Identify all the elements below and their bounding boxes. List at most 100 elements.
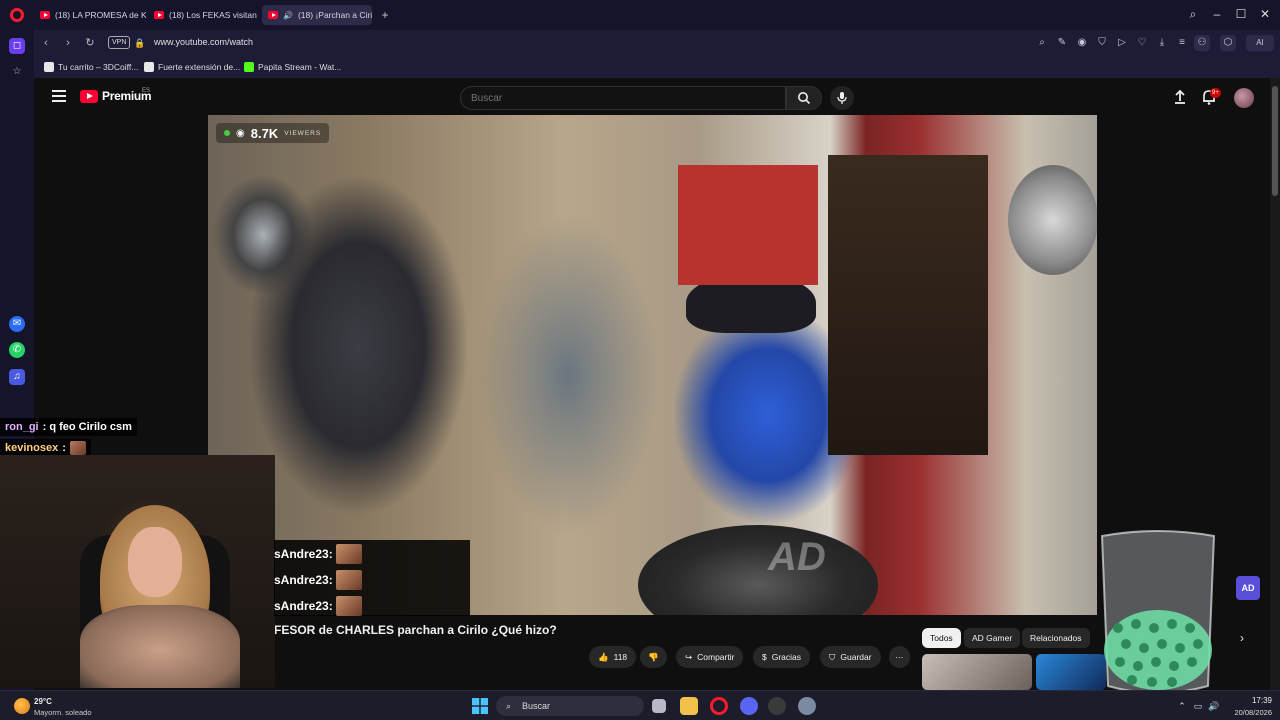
clock-date[interactable]: 20/08/2026 (1222, 708, 1272, 717)
viewers-label: VIEWERS (284, 129, 322, 137)
url-field[interactable]: www.youtube.com/watch (154, 37, 253, 47)
avatar[interactable] (1234, 88, 1254, 108)
donation-user: sAndre23: (274, 547, 333, 561)
task-view-icon[interactable] (652, 699, 666, 713)
tab-strip: (18) LA PROMESA de King (18) Los FEKAS v… (0, 0, 1280, 30)
forward-icon[interactable]: › (60, 35, 76, 51)
thumbs-down-icon: 👎 (648, 651, 659, 662)
opera-logo-icon[interactable] (10, 8, 24, 22)
save-label: Guardar (840, 652, 872, 662)
streamer-webcam (0, 455, 275, 688)
dislike-button[interactable]: 👎 (640, 646, 667, 668)
chip-all[interactable]: Todos (922, 628, 961, 648)
tab-3-active[interactable]: 🔊 (18) ¡Parchan a Cirilo! (262, 5, 372, 25)
menu-icon[interactable]: ≡ (1174, 35, 1190, 51)
star-icon[interactable]: ☆ (9, 64, 25, 80)
search-button[interactable] (786, 86, 822, 110)
vpn-badge[interactable]: VPN (108, 36, 131, 49)
taskbar-search-icon: ⌕ (506, 701, 512, 711)
tab-search-icon[interactable]: ⌕ (1185, 6, 1201, 22)
reload-icon[interactable]: ↻ (82, 35, 98, 51)
bookmark-icon: ⛉ (829, 651, 836, 662)
video-title: FESOR de CHARLES parchan a Cirilo ¿Qué h… (274, 623, 557, 637)
kick-favicon-icon (244, 62, 254, 72)
minimize-icon[interactable]: – (1209, 6, 1225, 22)
opera-browser-icon[interactable] (710, 697, 728, 715)
youtube-premium-logo[interactable]: Premium (80, 89, 152, 103)
camera-icon[interactable]: ◉ (1074, 35, 1090, 51)
bookmark-2[interactable]: Fuerte extensión de... (144, 60, 240, 74)
clock-time[interactable]: 17:39 (1228, 696, 1272, 705)
file-explorer-icon[interactable] (680, 697, 698, 715)
video-scene-hubcap (1008, 165, 1097, 275)
bookmark-title: Fuerte extensión de... (158, 62, 241, 72)
scrollbar-thumb[interactable] (1272, 86, 1278, 196)
channel-watermark: AD (768, 535, 826, 579)
messenger-icon[interactable]: ✉ (9, 316, 25, 332)
profile-icon[interactable]: ⚇ (1194, 35, 1210, 51)
chat-message: ron_gi : q feo Cirilo csm (0, 418, 137, 436)
tab-1[interactable]: (18) LA PROMESA de King (34, 5, 146, 25)
discord-icon[interactable] (740, 697, 758, 715)
donation-overlay: sAndre23: sAndre23: sAndre23: (274, 540, 470, 616)
more-actions-button[interactable]: ··· (889, 646, 910, 668)
chevron-right-icon[interactable]: › (1234, 630, 1250, 646)
back-icon[interactable]: ‹ (38, 35, 54, 51)
bookmark-title: Tu carrito – 3DCoiff... (58, 62, 139, 72)
taskbar-search[interactable]: Buscar (496, 696, 644, 716)
hamburger-menu-icon[interactable] (52, 90, 66, 104)
share-button[interactable]: ↪ Compartir (676, 646, 744, 668)
chip-ad-gamer[interactable]: AD Gamer (964, 628, 1021, 648)
webcam-face (128, 527, 182, 597)
close-icon[interactable]: ✕ (1257, 6, 1273, 22)
weather-description[interactable]: Mayorm. soleado (34, 708, 92, 717)
page-scrollbar[interactable] (1270, 78, 1280, 690)
tray-chevron-up-icon[interactable]: ⌃ (1176, 700, 1188, 712)
bookmark-favicon-icon (144, 62, 154, 72)
chat-username: kevinosex (5, 442, 59, 454)
chat-emote-icon (69, 441, 86, 455)
network-icon[interactable]: ▭ (1192, 700, 1204, 712)
lock-icon[interactable]: 🔒 (132, 35, 148, 51)
donation-emote-icon (335, 544, 362, 564)
live-viewers-badge: ◉ 8.7K VIEWERS (216, 123, 330, 143)
thanks-button[interactable]: $ Gracias (753, 646, 811, 668)
save-button[interactable]: ⛉ Guardar (820, 646, 881, 668)
tab-2[interactable]: (18) Los FEKAS visitan res (148, 5, 258, 25)
extensions-icon[interactable]: ⬡ (1220, 35, 1236, 51)
chatgpt-icon[interactable] (768, 697, 786, 715)
settings-gear-icon[interactable] (798, 697, 816, 715)
donation-user: sAndre23: (274, 573, 333, 587)
youtube-favicon-icon (40, 11, 50, 19)
like-button[interactable]: 👍 118 (589, 646, 637, 668)
bookmark-3[interactable]: Papita Stream - Wat... (244, 60, 341, 74)
microphone-icon (837, 92, 847, 104)
heart-icon[interactable]: ♡ (1134, 35, 1150, 51)
weather-temperature[interactable]: 29°C (34, 697, 52, 706)
music-icon[interactable]: ♫ (9, 369, 25, 385)
bookmark-1[interactable]: Tu carrito – 3DCoiff... (44, 60, 138, 74)
weather-sun-icon[interactable] (14, 698, 30, 714)
edit-icon[interactable]: ✎ (1054, 35, 1070, 51)
bookmarks-bar: Tu carrito – 3DCoiff... Fuerte extensión… (34, 56, 1280, 78)
volume-icon[interactable]: 🔊 (1208, 700, 1220, 712)
ad-logo-badge[interactable]: AD (1236, 576, 1260, 600)
youtube-favicon-icon (268, 11, 278, 19)
viewers-count: 8.7K (250, 125, 279, 141)
tip-jar-overlay (1100, 530, 1216, 694)
chip-related[interactable]: Relacionados (1022, 628, 1090, 648)
download-icon[interactable]: ⤓ (1154, 35, 1170, 51)
search-input[interactable] (460, 86, 786, 110)
play-icon[interactable]: ▷ (1114, 35, 1130, 51)
new-tab-button[interactable]: + (378, 8, 392, 22)
zoom-icon[interactable]: ⌕ (1034, 35, 1050, 51)
windows-start-icon[interactable] (472, 698, 488, 714)
upload-icon[interactable] (1171, 88, 1189, 106)
voice-search-button[interactable] (830, 86, 854, 110)
maximize-icon[interactable]: ☐ (1233, 6, 1249, 22)
whatsapp-icon[interactable]: ✆ (9, 342, 25, 358)
shield-icon[interactable]: ⛉ (1094, 35, 1110, 51)
workspace-icon[interactable]: ◻ (9, 38, 25, 54)
related-thumbnail[interactable] (922, 654, 1032, 690)
aria-ai-button[interactable]: AI (1246, 35, 1274, 51)
